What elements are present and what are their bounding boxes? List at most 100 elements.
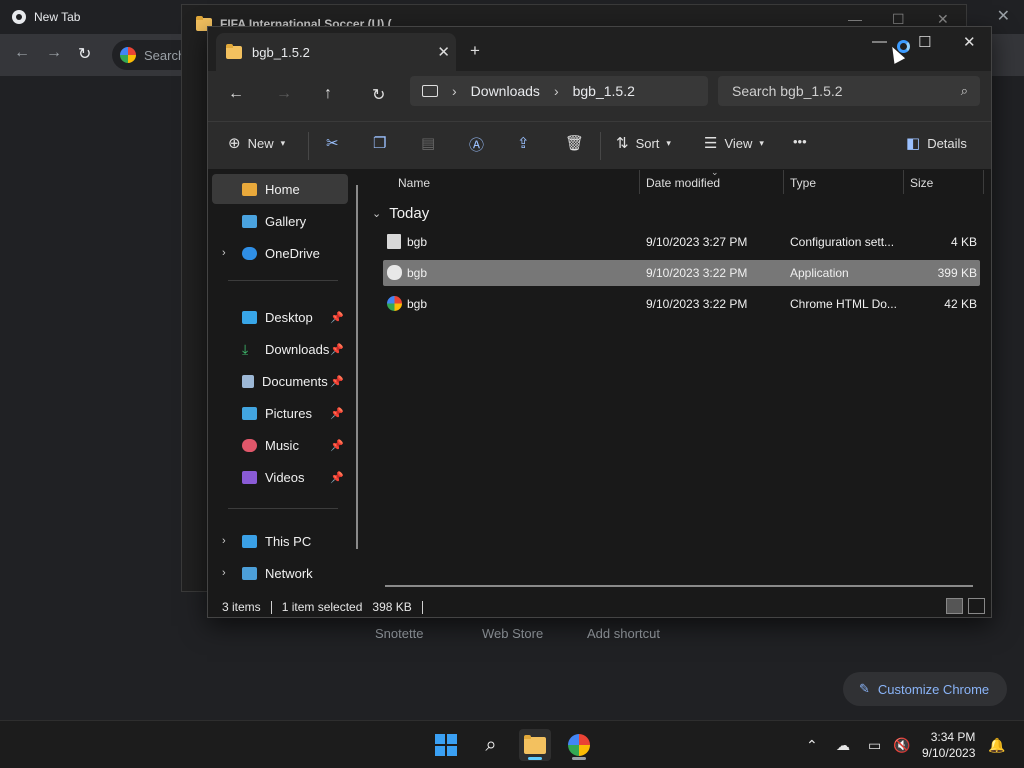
column-type[interactable]: Type (790, 176, 816, 190)
search-input[interactable]: Search bgb_1.5.2 ⌕ (718, 76, 980, 106)
file-row[interactable]: bgb 9/10/2023 3:22 PM Chrome HTML Do... … (383, 291, 980, 317)
column-date-modified[interactable]: Date modified (646, 176, 720, 190)
chevron-down-icon: ▾ (759, 137, 764, 148)
nav-item-desktop[interactable]: Desktop 📌 (212, 302, 348, 332)
breadcrumb-downloads[interactable]: Downloads (471, 83, 540, 99)
nav-item-downloads[interactable]: ⤓ Downloads 📌 (212, 334, 348, 364)
chevron-right-icon[interactable]: › (222, 567, 226, 579)
pin-icon[interactable]: 📌 (330, 407, 344, 420)
nav-item-documents[interactable]: Documents 📌 (212, 366, 348, 396)
file-row[interactable]: bgb 9/10/2023 3:22 PM Application 399 KB (383, 260, 980, 286)
chrome-tab-title: New Tab (34, 10, 81, 24)
nav-item-videos[interactable]: Videos 📌 (212, 462, 348, 492)
tiles-view-toggle[interactable] (968, 598, 985, 614)
column-name[interactable]: Name (398, 176, 430, 190)
view-icon: ☰ (704, 135, 718, 152)
address-bar: ← → ↑ ↻ › Downloads › bgb_1.5.2 Search b… (208, 71, 991, 121)
chevron-right-icon[interactable]: › (222, 247, 226, 259)
pin-icon[interactable]: 📌 (330, 375, 344, 388)
nav-item-home[interactable]: Home (212, 174, 348, 204)
pin-icon[interactable]: 📌 (330, 439, 344, 452)
customize-chrome-button[interactable]: ✎ Customize Chrome (843, 672, 1007, 706)
chevron-down-icon: ⌄ (372, 208, 382, 220)
details-view-toggle[interactable] (946, 598, 963, 614)
status-bar: 3 items 1 item selected 398 KB (208, 595, 991, 619)
nav-item-this-pc[interactable]: › This PC (212, 526, 348, 556)
refresh-icon[interactable]: ↻ (372, 85, 385, 105)
nav-item-music[interactable]: Music 📌 (212, 430, 348, 460)
column-size[interactable]: Size (910, 176, 933, 190)
music-icon (242, 438, 257, 452)
folder-icon (226, 43, 242, 59)
more-options-button[interactable]: ••• (793, 134, 807, 149)
chevron-right-icon[interactable]: › (554, 83, 559, 99)
cloud-icon (242, 246, 257, 260)
view-button[interactable]: ☰ View ▾ (704, 134, 764, 152)
navigation-pane: Home Gallery › OneDrive Desktop 📌 ⤓ Down… (208, 170, 368, 594)
new-tab-icon[interactable]: + (470, 41, 480, 61)
chrome-icon (568, 734, 590, 756)
share-button[interactable]: ⇪ (517, 134, 530, 152)
windows-icon (435, 734, 457, 756)
forward-icon[interactable]: → (276, 85, 292, 103)
maximize-icon[interactable]: ☐ (918, 33, 931, 51)
minimize-icon[interactable]: — (872, 33, 887, 50)
shortcut-add[interactable]: Add shortcut (587, 626, 660, 641)
taskbar-chrome[interactable] (563, 729, 595, 761)
cut-button[interactable]: ✂ (326, 134, 339, 152)
close-icon[interactable]: ✕ (963, 33, 976, 51)
details-button[interactable]: ◧ Details (906, 134, 967, 152)
tab-close-icon[interactable]: ✕ (437, 43, 450, 61)
pin-icon[interactable]: 📌 (330, 471, 344, 484)
chrome-forward-icon[interactable]: → (46, 44, 62, 62)
rename-icon: Ⓐ (469, 137, 485, 154)
paste-button[interactable]: ▤ (421, 134, 435, 152)
divider (783, 170, 784, 194)
back-icon[interactable]: ← (228, 85, 244, 103)
chrome-back-icon[interactable]: ← (14, 44, 30, 62)
volume-muted-icon[interactable]: 🔇 (893, 737, 910, 754)
search-icon: ⌕ (485, 733, 497, 756)
file-row[interactable]: bgb 9/10/2023 3:27 PM Configuration sett… (383, 229, 980, 255)
nav-item-onedrive[interactable]: › OneDrive (212, 238, 348, 268)
new-button[interactable]: ⊕ New ▾ (228, 134, 285, 152)
horizontal-scrollbar[interactable] (385, 585, 973, 587)
taskbar-search-button[interactable]: ⌕ (475, 729, 507, 761)
chevron-right-icon[interactable]: › (452, 83, 457, 99)
folder-icon (524, 734, 546, 754)
chevron-up-icon[interactable]: ⌃ (806, 737, 818, 754)
breadcrumb[interactable]: › Downloads › bgb_1.5.2 (410, 76, 708, 106)
chrome-close-icon[interactable]: ✕ (997, 6, 1010, 26)
pin-icon[interactable]: 📌 (330, 343, 344, 356)
nav-scrollbar[interactable] (356, 185, 358, 549)
taskbar-clock[interactable]: 3:34 PM 9/10/2023 (922, 729, 975, 761)
document-icon (242, 374, 254, 388)
minimize-icon[interactable]: — (848, 11, 862, 27)
up-icon[interactable]: ↑ (324, 85, 332, 103)
pin-icon[interactable]: 📌 (330, 311, 344, 324)
command-bar: ⊕ New ▾ ✂ ❐ ▤ Ⓐ ⇪ 🗑 ⇅ Sort ▾ ☰ View ▾ ••… (208, 121, 991, 169)
nav-item-pictures[interactable]: Pictures 📌 (212, 398, 348, 428)
chevron-right-icon[interactable]: › (222, 535, 226, 547)
shortcut-snotette[interactable]: Snotette (375, 626, 423, 641)
start-button[interactable] (430, 729, 462, 761)
network-icon[interactable]: ▭ (868, 737, 881, 754)
onedrive-offline-icon[interactable]: ☁ (836, 737, 850, 754)
explorer-tab[interactable]: bgb_1.5.2 ✕ (216, 33, 456, 71)
sort-button[interactable]: ⇅ Sort ▾ (616, 134, 671, 152)
taskbar-file-explorer[interactable] (519, 729, 551, 761)
nav-item-gallery[interactable]: Gallery (212, 206, 348, 236)
copy-icon: ❐ (373, 135, 387, 152)
nav-item-network[interactable]: › Network (212, 558, 348, 588)
divider (903, 170, 904, 194)
shortcut-web-store[interactable]: Web Store (482, 626, 543, 641)
chrome-reload-icon[interactable]: ↻ (78, 44, 91, 64)
notification-bell-icon[interactable]: 🔔 (988, 737, 1005, 754)
breadcrumb-current[interactable]: bgb_1.5.2 (573, 83, 635, 99)
delete-button[interactable]: 🗑 (565, 134, 584, 152)
rename-button[interactable]: Ⓐ (469, 134, 484, 155)
copy-button[interactable]: ❐ (373, 134, 386, 152)
group-header-today[interactable]: ⌄ Today (372, 205, 429, 222)
chrome-tab-new-tab[interactable]: New Tab (12, 4, 80, 30)
active-indicator (528, 757, 542, 760)
